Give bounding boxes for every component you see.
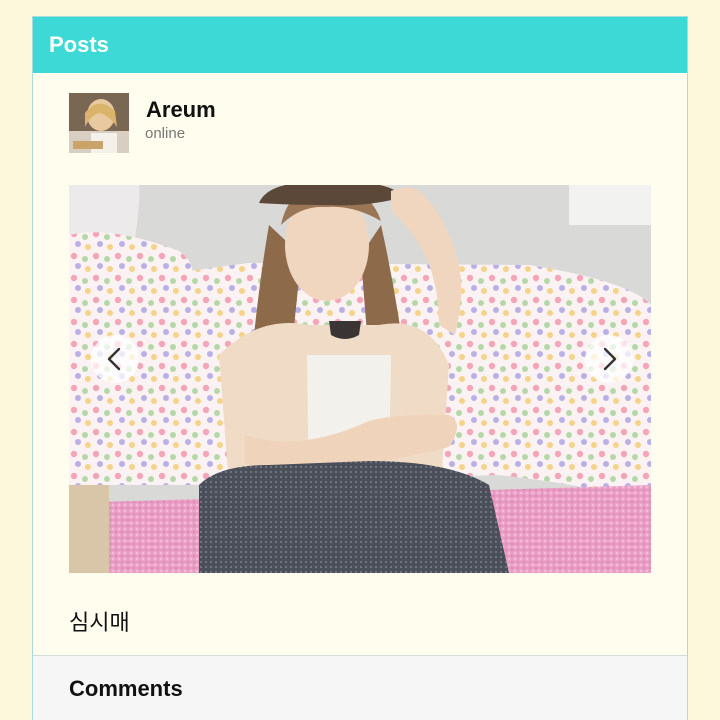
chevron-left-icon: [107, 347, 121, 371]
card-header: Posts: [33, 17, 687, 73]
page-title: Posts: [49, 32, 109, 57]
posts-card: Posts Areum online 심시매 Comments: [32, 16, 688, 720]
post-caption: 심시매: [69, 611, 130, 636]
chevron-right-icon: [603, 347, 617, 371]
post-photo: [69, 185, 651, 573]
carousel-prev-button[interactable]: [91, 335, 139, 383]
author-name[interactable]: Areum: [146, 97, 216, 123]
comments-title: Comments: [69, 676, 183, 701]
avatar-photo-icon: [69, 93, 129, 153]
avatar[interactable]: [69, 93, 129, 153]
comments-section: Comments: [33, 655, 687, 720]
author-status: online: [145, 125, 186, 142]
post-image-carousel[interactable]: [69, 185, 651, 573]
carousel-next-button[interactable]: [585, 335, 633, 383]
